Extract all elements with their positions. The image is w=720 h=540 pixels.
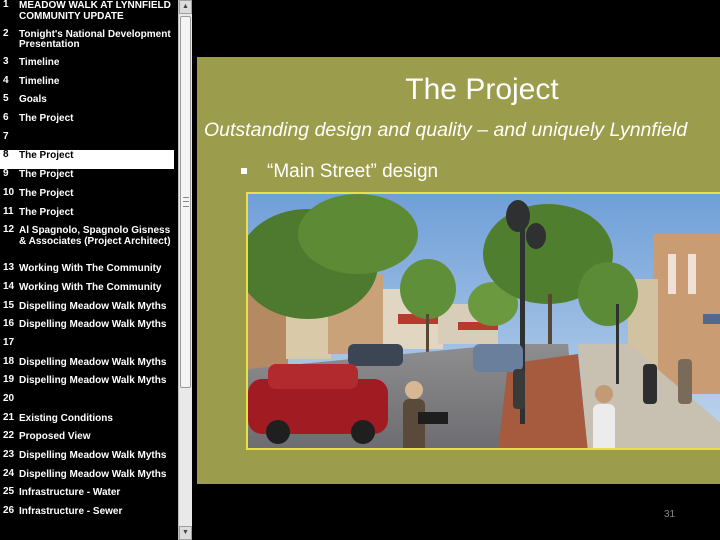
outline-item-title: Existing Conditions [19,412,113,424]
outline-item-number: 2 [3,27,9,39]
outline-item-number: 14 [3,280,15,292]
outline-item[interactable]: 23 Dispelling Meadow Walk Myths [0,450,178,469]
outline-item-title: Timeline [19,75,60,87]
outline-item-number: 7 [3,130,9,142]
outline-item[interactable]: 16 Dispelling Meadow Walk Myths [0,319,178,338]
outline-item-title: Dispelling Meadow Walk Myths [19,450,167,462]
slide-title: The Project [405,73,559,106]
outline-item[interactable]: 5 Goals [0,94,178,113]
outline-item-number: 5 [3,93,9,105]
outline-item-title: The Project [19,150,74,162]
outline-item[interactable]: 17 [0,336,178,357]
outline-item[interactable]: 14 Working With The Community [0,280,178,301]
outline-item-title: Goals [19,94,47,106]
outline-item[interactable]: 25 Infrastructure - Water [0,487,178,506]
slide-number: 31 [664,509,676,520]
outline-item-title: Proposed View [19,431,91,443]
outline-item-title: The Project [19,113,74,125]
outline-item-title: Infrastructure - Sewer [19,506,123,518]
outline-item-number: 11 [3,205,14,217]
outline-item[interactable]: 8 The Project [0,149,174,170]
outline-item-number: 24 [3,467,15,479]
outline-item-title: Al Spagnolo, Spagnolo Gisness & Associat… [19,225,171,247]
bullet-square-icon [241,168,247,174]
outline-item[interactable]: 20 [0,393,178,413]
outline-item[interactable]: 3 Timeline [0,56,178,76]
outline-item-number: 8 [3,149,9,161]
outline-item-number: 22 [3,430,15,442]
outline-item-number: 4 [3,74,9,86]
outline-item[interactable]: 24 Dispelling Meadow Walk Myths [0,467,178,488]
outline-item-title: Infrastructure - Water [19,487,121,499]
outline-item[interactable]: 21 Existing Conditions [0,411,178,432]
slide-outline-pane[interactable]: 1 MEADOW WALK AT LYNNFIELD COMMUNITY UPDA… [0,0,178,540]
outline-item[interactable]: 10 The Project [0,186,178,207]
outline-item[interactable]: 26 Infrastructure - Sewer [0,506,178,525]
outline-item-title: Working With The Community [19,263,162,275]
outline-item-number: 9 [3,168,9,180]
outline-item-number: 12 [3,224,15,236]
outline-item[interactable]: 18 Dispelling Meadow Walk Myths [0,355,178,376]
outline-item-title: Dispelling Meadow Walk Myths [19,375,167,387]
outline-item-title: The Project [19,169,74,181]
outline-item[interactable]: 22 Proposed View [0,431,178,450]
outline-item-number: 17 [3,336,15,348]
outline-item-number: 25 [3,486,15,498]
outline-item[interactable]: 4 Timeline [0,74,178,95]
outline-item[interactable]: 7 [0,130,178,151]
outline-item[interactable]: 11 The Project [0,205,178,226]
outline-item-title: Tonight's National Development Presentat… [19,28,171,50]
outline-item-number: 6 [3,112,9,124]
outline-item-title: Dispelling Meadow Walk Myths [19,468,167,480]
outline-item-title: MEADOW WALK AT LYNNFIELD COMMUNITY UPDAT… [19,0,171,22]
outline-item[interactable]: 15 Dispelling Meadow Walk Myths [0,299,178,320]
outline-item-number: 21 [3,411,15,423]
outline-item-number: 1 [3,0,9,10]
scrollbar-thumb[interactable] [180,16,191,388]
outline-item[interactable]: 13 Working With The Community [0,263,178,282]
outline-item-title: Dispelling Meadow Walk Myths [19,319,167,331]
outline-scrollbar[interactable]: ▲ ▼ [178,0,192,540]
outline-item-title: The Project [19,206,74,218]
outline-item-number: 16 [3,318,15,330]
outline-item-title: Dispelling Meadow Walk Myths [19,356,167,368]
outline-item-number: 19 [3,374,15,386]
slide-bullet-text: “Main Street” design [267,161,439,182]
slide-canvas[interactable]: The Project Outstanding design and quali… [197,57,720,484]
outline-item-title: Timeline [19,57,60,68]
outline-item-title: Dispelling Meadow Walk Myths [19,300,167,312]
outline-item-title: The Project [19,187,74,199]
scroll-down-arrow-icon[interactable]: ▼ [179,526,192,540]
outline-item[interactable]: 6 The Project [0,113,178,132]
outline-item[interactable]: 1 MEADOW WALK AT LYNNFIELD COMMUNITY UPDA… [0,0,178,29]
outline-item-title: Working With The Community [19,281,162,293]
outline-item-number: 3 [3,56,9,67]
outline-item-number: 13 [3,262,15,274]
outline-item-number: 10 [3,186,15,198]
outline-item-number: 20 [3,393,15,404]
slide-subtitle: Outstanding design and quality – and uni… [204,119,688,141]
outline-item[interactable]: 19 Dispelling Meadow Walk Myths [0,375,178,394]
scrollbar-grip-icon [183,197,189,207]
outline-item-number: 18 [3,355,15,367]
street-rendering-image [246,192,720,450]
outline-item[interactable]: 9 The Project [0,169,178,188]
outline-item-number: 23 [3,449,15,461]
outline-item-number: 26 [3,505,15,517]
outline-item[interactable]: 12 Al Spagnolo, Spagnolo Gisness & Associ… [0,225,178,263]
outline-item-number: 15 [3,299,15,311]
scroll-up-arrow-icon[interactable]: ▲ [179,0,192,14]
outline-item[interactable]: 2 Tonight's National Development Presenta… [0,27,178,58]
